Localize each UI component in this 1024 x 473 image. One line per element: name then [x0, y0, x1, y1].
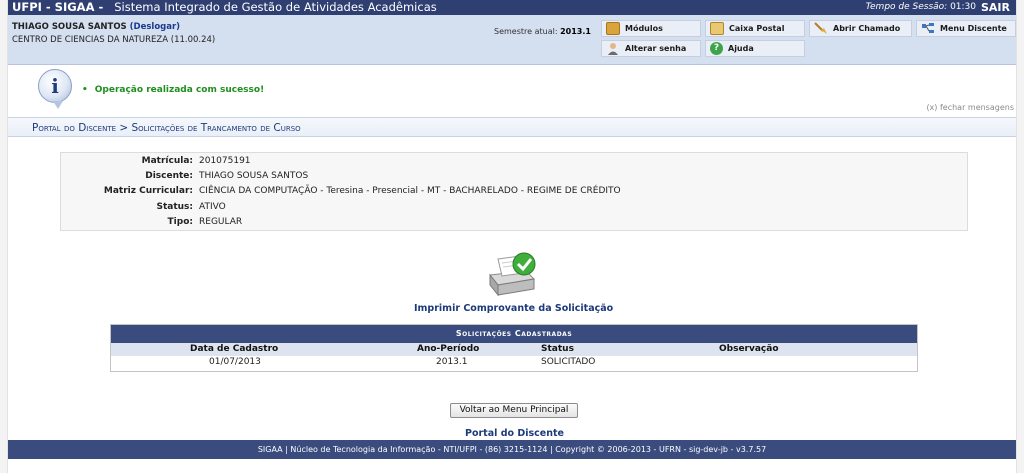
page-margin-right — [1016, 0, 1024, 473]
user-name: THIAGO SOUSA SANTOS — [12, 22, 127, 32]
alterar-senha-label: Alterar senha — [625, 44, 687, 53]
success-message: Operação realizada com sucesso! — [82, 85, 264, 95]
caixa-postal-button[interactable]: Caixa Postal — [705, 20, 805, 37]
info-icon: i — [38, 69, 72, 109]
alterar-senha-button[interactable]: Alterar senha — [601, 40, 701, 57]
table-cell: SOLICITADO — [541, 357, 596, 367]
breadcrumb-text: Portal do Discente > Solicitações de Tra… — [32, 122, 301, 134]
caixa-postal-label: Caixa Postal — [729, 24, 785, 33]
footer: SIGAA | Núcleo de Tecnologia da Informaç… — [8, 440, 1016, 459]
voltar-menu-button[interactable]: Voltar ao Menu Principal — [450, 403, 578, 418]
detail-value: 201075191 — [199, 156, 251, 166]
message-area: i Operação realizada com sucesso! (x) fe… — [8, 66, 1016, 116]
user-info: THIAGO SOUSA SANTOS (Deslogar) — [12, 22, 180, 32]
detail-label: Discente: — [145, 171, 193, 181]
printer-check-icon[interactable] — [486, 251, 538, 299]
detail-row: Discente: THIAGO SOUSA SANTOS — [61, 169, 969, 184]
column-header: Status — [541, 344, 574, 354]
detail-row: Tipo: REGULAR — [61, 215, 969, 230]
broom-icon — [814, 22, 828, 35]
menu-discente-label: Menu Discente — [940, 24, 1007, 33]
user-centro: CENTRO DE CIENCIAS DA NATUREZA (11.00.24… — [12, 35, 216, 45]
breadcrumb: Portal do Discente > Solicitações de Tra… — [8, 117, 1016, 137]
detail-label: Matrícula: — [141, 156, 193, 166]
detail-label: Status: — [156, 202, 193, 212]
logout-link[interactable]: SAIR — [981, 0, 1010, 15]
current-semester: Semestre atual: 2013.1 — [494, 27, 591, 36]
detail-row: Status: ATIVO — [61, 200, 969, 215]
session-time: 01:30 — [950, 2, 976, 12]
page-margin-left — [0, 0, 8, 473]
user-header: THIAGO SOUSA SANTOS (Deslogar) CENTRO DE… — [8, 15, 1016, 65]
abrir-chamado-button[interactable]: Abrir Chamado — [809, 20, 912, 37]
system-description: Sistema Integrado de Gestão de Atividade… — [114, 0, 437, 14]
ajuda-label: Ajuda — [728, 44, 754, 53]
detail-label: Tipo: — [167, 217, 193, 227]
table-row: 01/07/2013 2013.1 SOLICITADO — [111, 356, 917, 370]
abrir-chamado-label: Abrir Chamado — [833, 24, 901, 33]
student-details: Matrícula: 201075191 Discente: THIAGO SO… — [60, 152, 968, 231]
menu-icon — [921, 22, 935, 35]
mailbox-icon — [710, 22, 724, 35]
print-receipt-link[interactable]: Imprimir Comprovante da Solicitação — [414, 303, 613, 314]
system-title: UFPI - SIGAA - Sistema Integrado de Gest… — [12, 0, 437, 15]
column-header: Observação — [719, 344, 779, 354]
portal-discente-link[interactable]: Portal do Discente — [465, 428, 564, 439]
column-header: Data de Cadastro — [190, 344, 279, 354]
detail-row: Matrícula: 201075191 — [61, 154, 969, 169]
detail-label: Matriz Curricular: — [103, 186, 193, 196]
column-header: Ano-Período — [417, 344, 480, 354]
ajuda-button[interactable]: ? Ajuda — [705, 40, 805, 57]
user-key-icon — [606, 42, 620, 55]
detail-value: THIAGO SOUSA SANTOS — [199, 171, 309, 181]
table-cell: 01/07/2013 — [209, 357, 261, 367]
detail-value: REGULAR — [199, 217, 243, 227]
help-icon: ? — [710, 42, 723, 55]
modulos-label: Módulos — [625, 24, 663, 33]
detail-row: Matriz Curricular: CIÊNCIA DA COMPUTAÇÃO… — [61, 184, 969, 199]
modulos-button[interactable]: Módulos — [601, 20, 701, 37]
system-name: UFPI - SIGAA - — [12, 0, 104, 14]
table-header: Data de Cadastro Ano-Período Status Obse… — [111, 343, 917, 356]
box-icon — [606, 22, 620, 35]
semester-label: Semestre atual: — [494, 27, 558, 36]
table-caption: Solicitações Cadastradas — [111, 325, 917, 343]
top-bar: UFPI - SIGAA - Sistema Integrado de Gest… — [8, 0, 1016, 15]
semester-value: 2013.1 — [560, 27, 591, 36]
session-timer: Tempo de Sessão: 01:30 — [866, 0, 976, 15]
footer-spacer — [8, 459, 1016, 473]
table-cell: 2013.1 — [436, 357, 468, 367]
session-label: Tempo de Sessão: — [865, 2, 948, 12]
close-messages-link[interactable]: (x) fechar mensagens — [926, 103, 1014, 112]
detail-value: CIÊNCIA DA COMPUTAÇÃO - Teresina - Prese… — [199, 186, 621, 196]
detail-value: ATIVO — [199, 202, 226, 212]
requests-table: Solicitações Cadastradas Data de Cadastr… — [110, 324, 918, 372]
menu-discente-button[interactable]: Menu Discente — [916, 20, 1016, 37]
deslogar-link[interactable]: (Deslogar) — [130, 22, 180, 32]
